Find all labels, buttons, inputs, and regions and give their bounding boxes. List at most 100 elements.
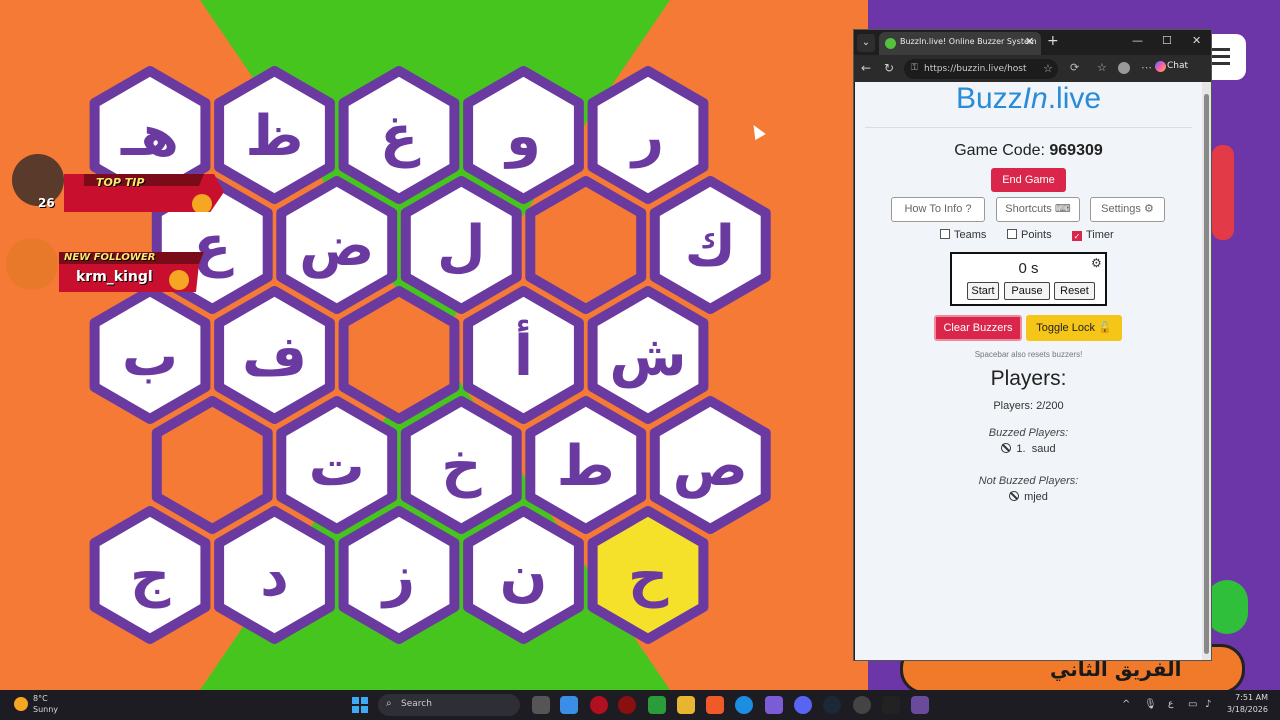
hex-cell[interactable]: ج — [89, 506, 211, 644]
weather-icon[interactable] — [14, 697, 28, 711]
hex-cell[interactable]: ز — [338, 506, 460, 644]
browser-window: ⌄ BuzzIn.live! Online Buzzer System ✕ + … — [853, 29, 1212, 661]
hex-cell[interactable]: د — [214, 506, 335, 644]
kick-icon[interactable] — [1001, 443, 1012, 453]
taskbar-search[interactable]: ⌕ Search — [378, 694, 520, 716]
hex-letter: ص — [673, 434, 748, 499]
weather-temperature[interactable]: 8°C — [33, 694, 48, 703]
input-language[interactable]: ع — [1168, 699, 1173, 709]
new-tab-icon[interactable]: + — [1047, 33, 1059, 49]
app-game-icon[interactable] — [911, 696, 929, 714]
hex-cell[interactable]: أ — [463, 286, 584, 424]
widgets-icon[interactable] — [560, 696, 578, 714]
tab-title: BuzzIn.live! Online Buzzer System — [900, 37, 1037, 46]
minimize-icon[interactable]: — — [1132, 34, 1143, 47]
question-icon: ? — [965, 203, 972, 215]
hex-cell[interactable] — [151, 396, 273, 534]
profile-icon[interactable] — [1118, 62, 1130, 74]
hex-cell[interactable]: ف — [214, 286, 335, 424]
hex-cell[interactable]: ح — [587, 506, 709, 644]
extensions-icon[interactable]: ⟳ — [1070, 61, 1079, 74]
hex-cell[interactable]: و — [463, 66, 584, 204]
favorite-star-icon[interactable]: ☆ — [1043, 62, 1053, 75]
hex-cell[interactable]: ط — [525, 396, 647, 534]
app-dark-red-icon[interactable] — [618, 696, 636, 714]
brave-icon[interactable] — [706, 696, 724, 714]
volume-icon[interactable]: ♪ — [1205, 699, 1211, 710]
hex-cell[interactable]: ص — [649, 396, 771, 534]
url-field[interactable]: ⚿ https://buzzin.live/host ☆ — [904, 59, 1058, 79]
timer-pause-button[interactable]: Pause — [1004, 282, 1050, 300]
browser-tab[interactable]: BuzzIn.live! Online Buzzer System ✕ — [879, 32, 1041, 55]
clock-time[interactable]: 7:51 AM — [1232, 693, 1268, 702]
hex-cell[interactable]: خ — [400, 396, 522, 534]
hex-cell[interactable]: غ — [338, 66, 460, 204]
more-icon[interactable]: ⋯ — [1141, 61, 1152, 74]
hex-letter: ف — [242, 324, 307, 389]
hex-cell[interactable]: ض — [276, 176, 398, 314]
green-indicator — [1206, 580, 1248, 634]
copilot-icon[interactable] — [1155, 61, 1166, 72]
app-purple-icon[interactable] — [765, 696, 783, 714]
hex-cell[interactable]: ك — [649, 176, 771, 314]
hex-cell[interactable]: ل — [400, 176, 522, 314]
settings-button[interactable]: Settings ⚙ — [1090, 197, 1165, 222]
not-buzzed-heading: Not Buzzed Players: — [978, 475, 1079, 487]
microphone-icon[interactable]: 🎙 — [1144, 699, 1157, 710]
hex-cell[interactable] — [525, 176, 647, 314]
timer-start-button[interactable]: Start — [967, 282, 999, 300]
end-game-button[interactable]: End Game — [991, 168, 1066, 192]
start-icon[interactable] — [352, 697, 368, 713]
close-tab-icon[interactable]: ✕ — [1025, 35, 1034, 48]
task-view-icon[interactable] — [532, 696, 550, 714]
timer-checkbox[interactable]: ✓ Timer — [1072, 229, 1114, 241]
shortcuts-button[interactable]: Shortcuts ⌨ — [996, 197, 1080, 222]
teams-checkbox[interactable]: Teams — [940, 229, 986, 241]
toggle-lock-button[interactable]: Toggle Lock 🔓 — [1026, 315, 1122, 341]
back-icon[interactable]: ← — [861, 61, 871, 75]
app-red-icon[interactable] — [590, 696, 608, 714]
obs-icon[interactable] — [853, 696, 871, 714]
hex-letter: ر — [629, 104, 664, 169]
discord-icon[interactable] — [794, 696, 812, 714]
steam-icon[interactable] — [823, 696, 841, 714]
hex-cell[interactable] — [338, 286, 460, 424]
points-checkbox[interactable]: Points — [1007, 229, 1052, 241]
tab-dropdown-icon[interactable]: ⌄ — [857, 34, 875, 52]
hex-cell[interactable]: ت — [276, 396, 398, 534]
tray-chevron-icon[interactable]: ^ — [1122, 699, 1130, 710]
clock-date[interactable]: 3/18/2026 — [1226, 705, 1268, 714]
site-info-icon[interactable]: ⚿ — [911, 63, 918, 73]
hex-letter: ز — [380, 544, 415, 609]
players-count: Players: 2/200 — [993, 400, 1064, 412]
timer-reset-button[interactable]: Reset — [1054, 282, 1095, 300]
clear-buzzers-button[interactable]: Clear Buzzers — [934, 315, 1022, 341]
scrollbar[interactable] — [1202, 82, 1211, 660]
divider — [865, 127, 1192, 128]
hex-cell[interactable]: ش — [587, 286, 709, 424]
buzzin-logo: BuzzIn.live — [955, 82, 1102, 115]
close-window-icon[interactable]: ✕ — [1192, 34, 1201, 47]
xbox-icon[interactable] — [648, 696, 666, 714]
hex-letter: ظ — [245, 104, 303, 169]
chat-button[interactable]: Chat — [1167, 61, 1188, 71]
timer-settings-gear-icon[interactable]: ⚙ — [1091, 256, 1102, 270]
hex-cell[interactable]: ن — [463, 506, 584, 644]
app-dark-icon[interactable] — [882, 696, 900, 714]
how-to-info-button[interactable]: How To Info ? — [891, 197, 985, 222]
refresh-icon[interactable]: ↻ — [884, 61, 894, 75]
edge-icon[interactable] — [735, 696, 753, 714]
file-explorer-icon[interactable] — [677, 696, 695, 714]
network-icon[interactable]: ▭ — [1188, 699, 1197, 710]
search-placeholder: Search — [401, 699, 432, 709]
kick-icon[interactable] — [1009, 491, 1020, 501]
hex-letter: ج — [130, 544, 171, 609]
hex-letter: ب — [122, 324, 178, 389]
hex-cell[interactable]: ر — [587, 66, 709, 204]
buzzed-heading: Buzzed Players: — [988, 427, 1069, 439]
weather-description[interactable]: Sunny — [33, 705, 58, 714]
hex-cell[interactable]: ظ — [214, 66, 335, 204]
hex-cell[interactable]: ب — [89, 286, 211, 424]
favorites-icon[interactable]: ☆ — [1097, 61, 1107, 74]
maximize-icon[interactable]: ☐ — [1162, 34, 1172, 47]
